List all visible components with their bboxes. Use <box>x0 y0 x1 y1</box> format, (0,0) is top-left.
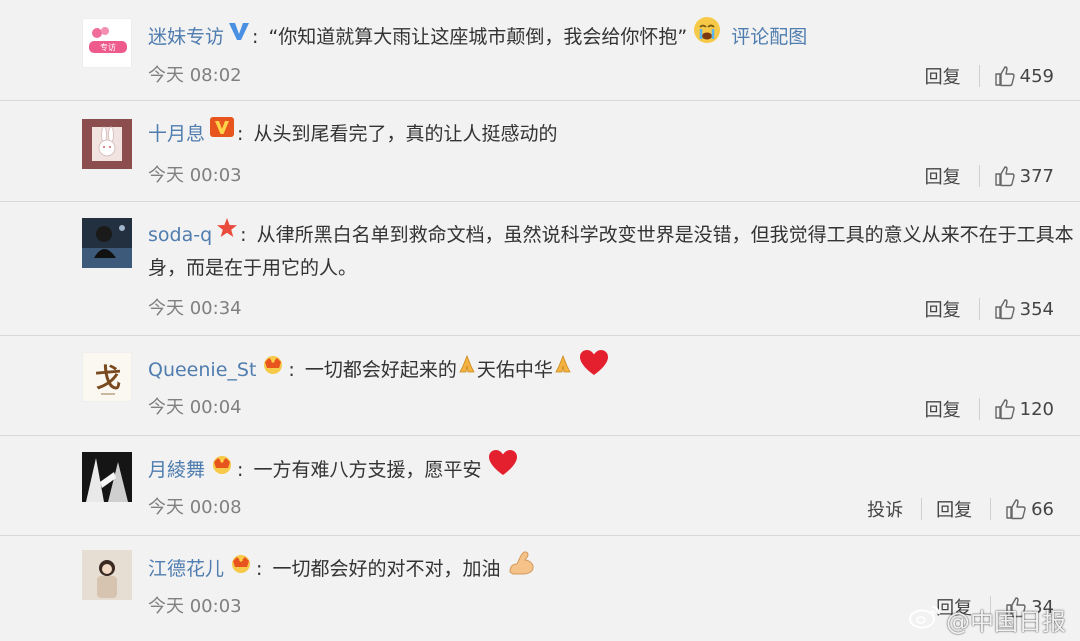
comment-time: 今天 08:02 <box>148 65 242 86</box>
username[interactable]: soda-q <box>148 224 212 246</box>
comment-text: “你知道就算大雨让这座城市颠倒，我会给你怀抱” <box>268 26 688 48</box>
thumbs-up-icon[interactable] <box>994 398 1016 420</box>
comment-item: 月綾舞: 一方有难八方支援，愿平安 今天 00:08 投诉 回复 66 <box>0 436 1080 536</box>
comment-item: 专访 迷妹专访: “你知道就算大雨让这座城市颠倒，我会给你怀抱” 评论配图 今天… <box>0 0 1080 101</box>
like-count: 377 <box>1019 165 1054 187</box>
red-heart-icon <box>488 449 518 488</box>
weibo-logo-icon <box>908 604 942 636</box>
comment-item: 戈 Queenie_St: 一切都会好起来的 天佑中华 今天 00:04 回复 1… <box>0 336 1080 436</box>
avatar[interactable] <box>82 119 132 169</box>
watermark-text: @中国日报 <box>946 608 1066 636</box>
divider <box>978 398 980 420</box>
username[interactable]: Queenie_St <box>148 359 256 381</box>
crown-badge-icon <box>260 352 286 385</box>
comment-time: 今天 00:34 <box>148 298 242 319</box>
comment-text: 一方有难八方支援，愿平安 <box>253 459 482 481</box>
reply-button[interactable]: 回复 <box>925 63 961 89</box>
praying-hands-icon <box>553 352 573 385</box>
svg-text:专访: 专访 <box>100 42 116 52</box>
comment-item: soda-q: 从律所黑白名单到救命文档，虽然说科学改变世界是没错，但我觉得工具… <box>0 202 1080 336</box>
comment-text: 从头到尾看完了，真的让人挺感动的 <box>253 123 558 145</box>
reply-button[interactable]: 回复 <box>925 296 961 322</box>
like-count: 354 <box>1019 298 1054 320</box>
comment-time: 今天 00:03 <box>148 165 242 186</box>
reply-button[interactable]: 回复 <box>936 496 972 522</box>
like-count: 120 <box>1019 398 1054 420</box>
comment-time: 今天 00:04 <box>148 397 242 418</box>
avatar[interactable] <box>82 452 132 502</box>
svg-text:戈: 戈 <box>95 364 121 394</box>
thumbs-up-icon[interactable] <box>994 298 1016 320</box>
report-button[interactable]: 投诉 <box>867 496 903 522</box>
comment-text-2: 天佑中华 <box>476 359 553 381</box>
username[interactable]: 月綾舞 <box>148 459 205 481</box>
avatar[interactable]: 戈 <box>82 352 132 402</box>
username[interactable]: 江德花儿 <box>148 558 224 580</box>
like-count: 66 <box>1031 498 1054 520</box>
comment-time: 今天 00:03 <box>148 596 242 617</box>
star-badge-icon <box>216 217 238 250</box>
vip-badge-icon <box>209 116 235 149</box>
like-count: 459 <box>1019 65 1054 87</box>
thumbs-up-icon[interactable] <box>1005 498 1027 520</box>
crying-emoji-icon <box>693 16 721 55</box>
comment-text: 一切都会好的对不对，加油 <box>272 558 501 580</box>
reply-button[interactable]: 回复 <box>925 396 961 422</box>
thumbs-up-icon[interactable] <box>994 165 1016 187</box>
comment-time: 今天 00:08 <box>148 497 242 518</box>
avatar[interactable] <box>82 218 132 268</box>
avatar[interactable] <box>82 550 132 600</box>
divider <box>921 498 923 520</box>
verified-v-icon <box>228 19 250 52</box>
reply-button[interactable]: 回复 <box>925 163 961 189</box>
comment-item: 十月息: 从头到尾看完了，真的让人挺感动的 今天 00:03 回复 377 <box>0 101 1080 202</box>
flexed-bicep-icon <box>507 548 537 587</box>
divider <box>990 498 992 520</box>
watermark: @中国日报 <box>908 602 1066 637</box>
username[interactable]: 迷妹专访 <box>148 26 224 48</box>
divider <box>978 298 980 320</box>
divider <box>978 65 980 87</box>
avatar[interactable]: 专访 <box>82 18 132 68</box>
divider <box>978 165 980 187</box>
crown-badge-icon <box>228 551 254 584</box>
username[interactable]: 十月息 <box>148 123 205 145</box>
crown-badge-icon <box>209 452 235 485</box>
comment-text: 一切都会好起来的 <box>304 359 457 381</box>
red-heart-icon <box>579 349 609 388</box>
thumbs-up-icon[interactable] <box>994 65 1016 87</box>
comment-text: 从律所黑白名单到救命文档，虽然说科学改变世界是没错，但我觉得工具的意义从来不在于… <box>148 224 1074 279</box>
praying-hands-icon <box>457 352 477 385</box>
comment-image-link[interactable]: 评论配图 <box>731 26 807 48</box>
